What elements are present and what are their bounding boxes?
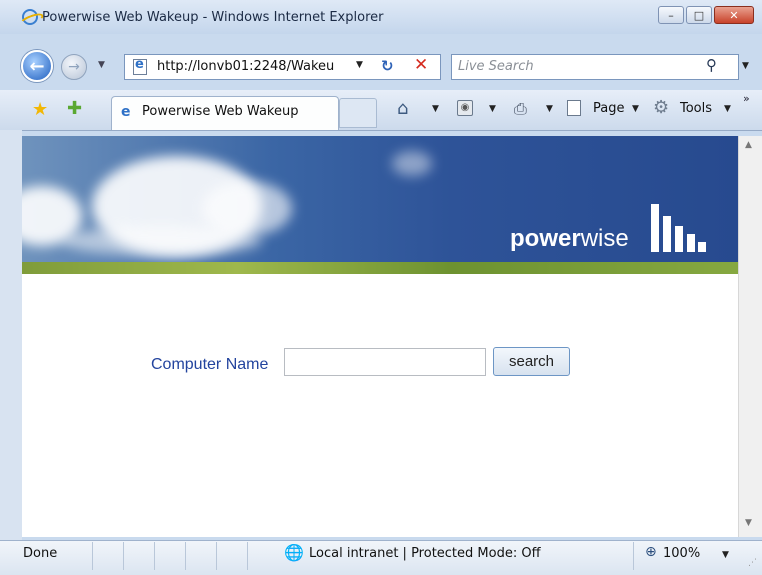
- logo-text-light: wise: [580, 225, 629, 252]
- scroll-down-icon[interactable]: ▼: [745, 518, 752, 528]
- status-divider: [216, 542, 217, 570]
- grass-strip: [22, 262, 738, 274]
- gear-icon[interactable]: ⚙: [653, 97, 669, 118]
- tab-ie-icon: e: [121, 104, 131, 120]
- stop-icon[interactable]: ✕: [414, 55, 428, 75]
- browser-window: Powerwise Web Wakeup - Windows Internet …: [0, 0, 762, 575]
- powerwise-logo: powerwise: [510, 225, 629, 253]
- cloud-shape: [62, 226, 262, 256]
- status-divider: [633, 542, 634, 570]
- print-icon[interactable]: ⎙: [514, 99, 527, 119]
- search-options-dropdown[interactable]: ▼: [742, 61, 749, 71]
- window-title: Powerwise Web Wakeup - Windows Internet …: [42, 10, 384, 25]
- security-zone[interactable]: Local intranet | Protected Mode: Off: [309, 546, 541, 561]
- resize-grip-icon[interactable]: ⋰: [748, 558, 757, 568]
- zoom-icon[interactable]: ⊕: [645, 544, 657, 560]
- cloud-shape: [392, 151, 432, 176]
- computer-name-input[interactable]: [284, 348, 486, 376]
- status-divider: [123, 542, 124, 570]
- search-icon[interactable]: ⚲: [706, 56, 717, 74]
- back-arrow-icon: ←: [29, 55, 45, 77]
- home-dropdown-icon[interactable]: ▼: [432, 104, 439, 114]
- search-placeholder[interactable]: Live Search: [458, 59, 534, 74]
- zoom-dropdown-icon[interactable]: ▼: [722, 550, 729, 560]
- feeds-dropdown-icon[interactable]: ▼: [489, 104, 496, 114]
- computer-name-label: Computer Name: [151, 356, 269, 373]
- logo-bars-icon: [651, 204, 706, 252]
- add-favorites-icon[interactable]: ✚: [67, 98, 82, 119]
- status-divider: [185, 542, 186, 570]
- new-tab-button[interactable]: [339, 98, 377, 128]
- home-icon[interactable]: ⌂: [397, 98, 408, 119]
- back-button[interactable]: ←: [21, 50, 53, 82]
- chevron-more-icon[interactable]: »: [743, 92, 750, 105]
- close-icon: ✕: [729, 8, 739, 22]
- minimize-icon: –: [668, 8, 674, 22]
- close-button[interactable]: ✕: [714, 6, 754, 24]
- window-controls: – □ ✕: [658, 6, 754, 24]
- left-frame: [0, 130, 22, 540]
- recent-pages-dropdown[interactable]: ▼: [98, 60, 105, 70]
- print-dropdown-icon[interactable]: ▼: [546, 104, 553, 114]
- tab-label[interactable]: Powerwise Web Wakeup: [142, 104, 298, 119]
- page-menu-icon[interactable]: [567, 100, 581, 116]
- logo-text-bold: power: [510, 225, 581, 252]
- status-divider: [92, 542, 93, 570]
- forward-arrow-icon: →: [68, 59, 80, 75]
- page-icon: [133, 57, 147, 75]
- search-button[interactable]: search: [493, 347, 570, 376]
- globe-icon: 🌐: [284, 543, 304, 562]
- address-dropdown-icon[interactable]: ▼: [356, 60, 363, 70]
- forward-button[interactable]: →: [61, 54, 87, 80]
- maximize-icon: □: [693, 8, 705, 22]
- favorites-star-icon[interactable]: ★: [32, 99, 48, 120]
- tools-menu[interactable]: Tools: [680, 101, 712, 116]
- status-text: Done: [23, 546, 58, 561]
- status-divider: [154, 542, 155, 570]
- page-menu[interactable]: Page: [593, 101, 624, 116]
- vertical-scrollbar[interactable]: [738, 136, 762, 537]
- feeds-icon[interactable]: ◉: [457, 100, 473, 116]
- header-banner: [22, 136, 738, 274]
- address-url[interactable]: http://lonvb01:2248/Wakeu: [157, 59, 334, 74]
- page-viewport: powerwise Computer Name search: [22, 136, 738, 537]
- maximize-button[interactable]: □: [686, 6, 712, 24]
- minimize-button[interactable]: –: [658, 6, 684, 24]
- refresh-icon[interactable]: ↻: [381, 57, 394, 75]
- tools-dropdown-icon[interactable]: ▼: [724, 104, 731, 114]
- page-dropdown-icon[interactable]: ▼: [632, 104, 639, 114]
- ie-logo-icon: [22, 9, 38, 25]
- scroll-up-icon[interactable]: ▲: [745, 140, 752, 150]
- status-divider: [247, 542, 248, 570]
- zoom-level[interactable]: 100%: [663, 546, 700, 561]
